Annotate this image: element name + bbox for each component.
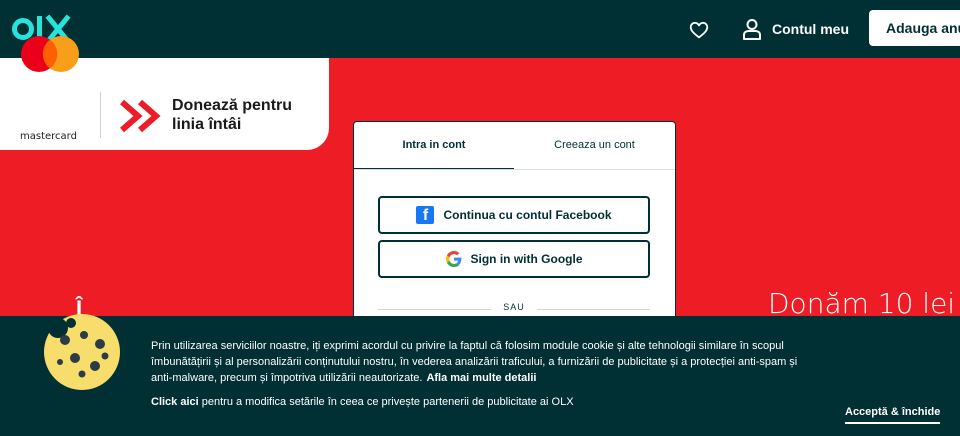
my-account-link[interactable]: Contul meu [742, 17, 849, 41]
user-icon [743, 19, 761, 40]
account-label: Contul meu [772, 21, 849, 37]
tab-divider [354, 169, 675, 170]
sponsor-divider [100, 92, 101, 138]
or-label: SAU [491, 302, 537, 312]
google-icon [445, 251, 461, 267]
google-login-button[interactable]: Sign in with Google [378, 240, 650, 278]
cookie-notice-text: Prin utilizarea serviciilor noastre, iți… [151, 338, 801, 386]
heart-icon[interactable] [688, 19, 710, 41]
double-chevron-icon [120, 99, 161, 133]
cookie-icon [44, 314, 120, 390]
mastercard-logo [21, 36, 79, 72]
ad-partners-settings-line: Click aici pentru a modifica setările în… [151, 396, 574, 408]
facebook-login-button[interactable]: f Continua cu contul Facebook [378, 196, 650, 234]
accept-cookies-button[interactable]: Acceptă & închide [845, 406, 941, 424]
google-login-label: Sign in with Google [470, 252, 583, 266]
tab-register[interactable]: Creeaza un cont [514, 122, 675, 168]
login-card: Intra in cont Creeaza un cont f Continua… [353, 121, 676, 331]
click-here-link[interactable]: Click aici [151, 396, 199, 408]
tab-login[interactable]: Intra in cont [354, 122, 514, 170]
post-ad-button[interactable]: Adauga anunt [869, 10, 960, 46]
facebook-login-label: Continua cu contul Facebook [443, 208, 612, 222]
facebook-icon: f [416, 206, 435, 224]
top-navigation-bar: Contul meu Adauga anunt [0, 0, 960, 58]
mastercard-wordmark: mastercard [20, 131, 77, 142]
campaign-title: Donează pentru linia întâi [172, 97, 293, 133]
click-here-suffix: pentru a modifica setările în ceea ce pr… [201, 396, 574, 408]
more-details-link[interactable]: Afla mai multe detalii [426, 372, 536, 384]
